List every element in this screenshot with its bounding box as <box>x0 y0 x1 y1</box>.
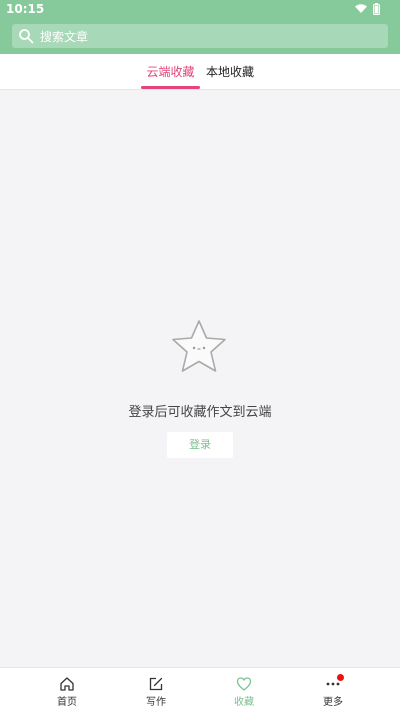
status-bar: 10:15 <box>0 0 400 18</box>
login-button[interactable]: 登录 <box>167 432 233 458</box>
wifi-icon <box>355 4 367 13</box>
bottom-nav: 首页 写作 收藏 更多 <box>0 667 400 711</box>
search-placeholder: 搜索文章 <box>40 29 89 44</box>
search-icon <box>19 29 34 44</box>
tab-bar: 云端收藏 本地收藏 <box>0 54 400 90</box>
nav-label-favorites: 收藏 <box>234 697 254 708</box>
nav-item-more[interactable]: 更多 <box>283 668 383 711</box>
tab-cloud-favorites[interactable]: 云端收藏 <box>141 54 200 90</box>
tab-active-indicator <box>141 86 200 89</box>
nav-item-favorites[interactable]: 收藏 <box>194 668 294 711</box>
heart-icon <box>236 677 252 691</box>
empty-state-message: 登录后可收藏作文到云端 <box>128 405 272 420</box>
home-icon <box>60 677 74 691</box>
status-icons <box>355 3 380 15</box>
favorites-content: 登录后可收藏作文到云端 登录 <box>0 91 400 667</box>
nav-item-home[interactable]: 首页 <box>17 668 117 711</box>
search-input[interactable]: 搜索文章 <box>12 24 388 48</box>
notification-badge <box>337 674 344 681</box>
battery-icon <box>373 3 380 15</box>
nav-label-more: 更多 <box>323 697 343 708</box>
nav-label-home: 首页 <box>57 697 77 708</box>
nav-item-write[interactable]: 写作 <box>106 668 206 711</box>
write-icon <box>149 677 163 691</box>
nav-label-write: 写作 <box>146 697 166 708</box>
tab-local-favorites[interactable]: 本地收藏 <box>200 54 260 90</box>
star-face-icon <box>172 320 226 372</box>
status-time: 10:15 <box>6 2 45 16</box>
header: 搜索文章 <box>0 18 400 54</box>
